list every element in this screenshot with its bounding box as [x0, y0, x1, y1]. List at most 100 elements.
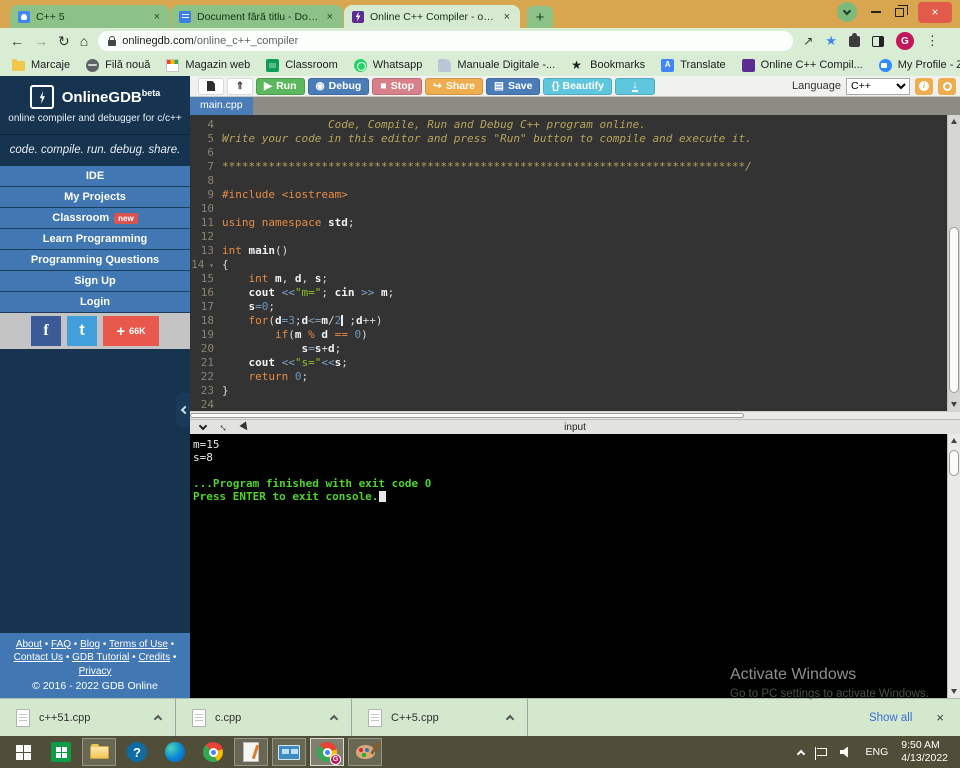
- tab-close-icon[interactable]: ×: [502, 11, 512, 23]
- sidebar-item-programming-questions[interactable]: Programming Questions: [0, 250, 190, 271]
- scrollbar-thumb[interactable]: [190, 413, 744, 418]
- start-button[interactable]: [6, 738, 40, 766]
- tab-close-icon[interactable]: ×: [325, 11, 335, 23]
- scrollbar-thumb[interactable]: [949, 227, 959, 393]
- beautify-button[interactable]: {} Beautify: [543, 78, 612, 95]
- taskbar-edge[interactable]: [158, 738, 192, 766]
- download-code-button[interactable]: ↓: [615, 78, 655, 95]
- bookmark-translate[interactable]: Translate: [661, 59, 725, 72]
- restore-button[interactable]: [895, 8, 904, 17]
- close-downloads-icon[interactable]: ×: [936, 710, 944, 725]
- footer-link-privacy[interactable]: Privacy: [79, 666, 112, 677]
- run-button[interactable]: ▶Run: [256, 78, 305, 95]
- scroll-up-icon[interactable]: [951, 119, 957, 124]
- bookmark-bookmarks[interactable]: Bookmarks: [571, 59, 645, 72]
- reload-icon[interactable]: ↻: [58, 34, 70, 48]
- editor-vertical-scrollbar[interactable]: [947, 115, 960, 411]
- scroll-down-icon[interactable]: [951, 689, 957, 694]
- minimize-button[interactable]: [871, 11, 881, 13]
- new-tab-button[interactable]: +: [527, 6, 553, 28]
- tab-close-icon[interactable]: ×: [152, 11, 162, 23]
- volume-icon[interactable]: [840, 747, 853, 758]
- sidebar-item-sign-up[interactable]: Sign Up: [0, 271, 190, 292]
- bookmark-star-icon[interactable]: ★: [825, 33, 837, 49]
- editor-horizontal-scrollbar[interactable]: [190, 411, 960, 419]
- close-window-button[interactable]: ×: [918, 2, 952, 23]
- extensions-icon[interactable]: [849, 36, 860, 47]
- action-center-flag-icon[interactable]: [817, 748, 827, 756]
- info-button[interactable]: i: [915, 78, 933, 95]
- profile-avatar[interactable]: G: [896, 32, 914, 50]
- scroll-down-icon[interactable]: [951, 402, 957, 407]
- show-all-downloads-button[interactable]: Show all: [869, 712, 912, 724]
- back-icon[interactable]: ←: [10, 34, 24, 48]
- twitter-icon[interactable]: t: [67, 316, 97, 346]
- share-count-button[interactable]: +66K: [103, 316, 159, 346]
- scroll-up-icon[interactable]: [951, 438, 957, 443]
- taskbar-journal[interactable]: [234, 738, 268, 766]
- debug-button[interactable]: ◉Debug: [308, 78, 370, 95]
- bookmark-my-profile-zoom[interactable]: My Profile - Zoom: [879, 59, 960, 72]
- browser-tab-2[interactable]: Document fără titlu - Documente ×: [171, 5, 343, 28]
- footer-link-terms-of-use[interactable]: Terms of Use: [109, 639, 168, 650]
- bookmark-magazin-web[interactable]: Magazin web: [166, 59, 250, 72]
- bookmark-whatsapp[interactable]: Whatsapp: [354, 59, 423, 72]
- bookmark-online-c-compil[interactable]: Online C++ Compil...: [742, 59, 863, 72]
- scrollbar-thumb[interactable]: [949, 450, 959, 476]
- sidebar-item-login[interactable]: Login: [0, 292, 190, 313]
- sidebar-item-classroom[interactable]: Classroomnew: [0, 208, 190, 229]
- taskbar-store[interactable]: [44, 738, 78, 766]
- side-panel-icon[interactable]: [872, 36, 884, 47]
- footer-link-contact-us[interactable]: Contact Us: [14, 652, 63, 663]
- chevron-up-icon[interactable]: [506, 715, 514, 723]
- download-item-c-cpp[interactable]: c.cpp: [176, 699, 352, 736]
- taskbar-chrome-active[interactable]: G: [310, 738, 344, 766]
- taskbar-file-explorer[interactable]: [82, 738, 116, 766]
- taskbar-chrome[interactable]: [196, 738, 230, 766]
- settings-button[interactable]: [938, 78, 956, 95]
- facebook-icon[interactable]: f: [31, 316, 61, 346]
- download-item-c-5-cpp[interactable]: C++5.cpp: [352, 699, 528, 736]
- footer-link-credits[interactable]: Credits: [138, 652, 170, 663]
- taskbar-help[interactable]: ?: [120, 738, 154, 766]
- save-button[interactable]: ▤Save: [486, 78, 540, 95]
- fold-icon[interactable]: ▾: [204, 261, 214, 270]
- download-item-c-51-cpp[interactable]: c++51.cpp: [0, 699, 176, 736]
- hidden-icons-chevron[interactable]: [796, 750, 804, 758]
- sidebar-item-my-projects[interactable]: My Projects: [0, 187, 190, 208]
- footer-link-faq[interactable]: FAQ: [51, 639, 71, 650]
- sidebar-item-ide[interactable]: IDE: [0, 166, 190, 187]
- chevron-up-icon[interactable]: [154, 715, 162, 723]
- bookmark-manuale-digitale[interactable]: Manuale Digitale -...: [438, 59, 555, 72]
- code-editor[interactable]: 4 Code, Compile, Run and Debug C++ progr…: [190, 115, 960, 411]
- upload-button[interactable]: ⇑: [227, 78, 253, 95]
- stop-button[interactable]: ■Stop: [372, 78, 422, 95]
- share-page-icon[interactable]: ↗: [803, 34, 813, 48]
- tab-search-button[interactable]: [837, 2, 857, 22]
- chevron-up-icon[interactable]: [330, 715, 338, 723]
- clock[interactable]: 9:50 AM 4/13/2022: [901, 739, 948, 765]
- taskbar-paint[interactable]: [348, 738, 382, 766]
- taskbar-display-settings[interactable]: [272, 738, 306, 766]
- browser-menu-icon[interactable]: ⋮: [926, 33, 939, 49]
- browser-tab-1[interactable]: C++ 5 ×: [10, 5, 170, 28]
- share-button[interactable]: ↪Share: [425, 78, 483, 95]
- url-omnibox[interactable]: onlinegdb.com/online_c++_compiler: [98, 31, 793, 51]
- forward-icon[interactable]: →: [34, 34, 48, 48]
- console-scrollbar[interactable]: [947, 434, 960, 698]
- sidebar-item-learn-programming[interactable]: Learn Programming: [0, 229, 190, 250]
- footer-link-about[interactable]: About: [16, 639, 42, 650]
- language-select[interactable]: C++: [846, 78, 910, 95]
- file-tab-maincpp[interactable]: main.cpp: [190, 97, 253, 115]
- bookmark-classroom[interactable]: Classroom: [266, 59, 338, 72]
- home-icon[interactable]: ⌂: [80, 34, 88, 48]
- bookmark-marcaje[interactable]: Marcaje: [12, 59, 70, 71]
- footer-link-gdb-tutorial[interactable]: GDB Tutorial: [72, 652, 129, 663]
- bookmark-fil-nou[interactable]: Filă nouă: [86, 59, 150, 72]
- console-output[interactable]: m=15s=8...Program finished with exit cod…: [190, 434, 960, 698]
- sidebar-collapse-handle[interactable]: [176, 393, 190, 427]
- lock-icon[interactable]: [108, 40, 116, 46]
- browser-tab-3-active[interactable]: Online C++ Compiler - online ed ×: [344, 5, 520, 28]
- footer-link-blog[interactable]: Blog: [80, 639, 100, 650]
- new-file-button[interactable]: [198, 78, 224, 95]
